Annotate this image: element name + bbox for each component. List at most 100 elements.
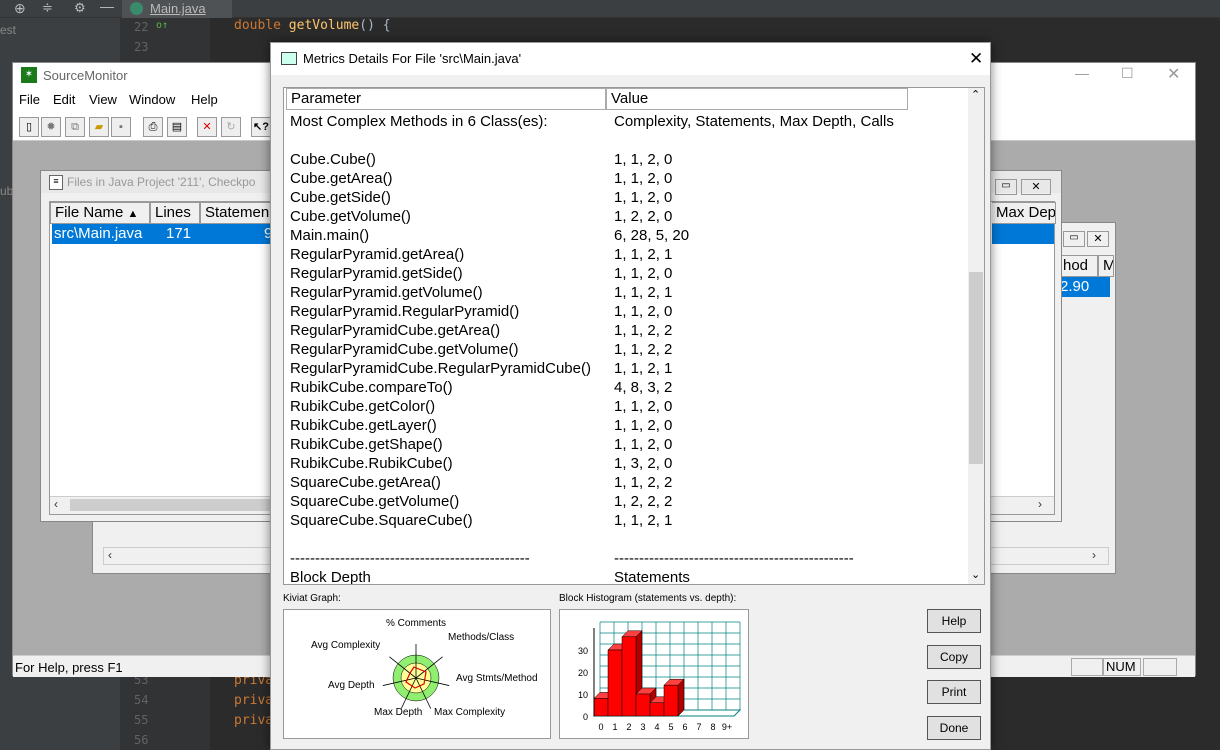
bar-side (677, 678, 685, 717)
gear-icon[interactable]: ✹ (41, 117, 61, 137)
table-row[interactable]: src\Main.java 171 9 (52, 224, 272, 244)
vertical-scrollbar[interactable]: ⌃ ⌄ (968, 88, 984, 584)
metric-parameter: SquareCube.SquareCube() (290, 512, 473, 529)
menu-help[interactable]: Help (191, 92, 218, 107)
copy-button[interactable]: Copy (927, 645, 981, 669)
menu-edit[interactable]: Edit (53, 92, 75, 107)
scroll-down-icon[interactable]: ⌄ (971, 568, 980, 581)
lines-cell: 171 (166, 225, 192, 242)
minimize-icon[interactable]: — (1075, 65, 1089, 81)
menu-window[interactable]: Window (129, 92, 175, 107)
scroll-right-icon[interactable]: › (1092, 548, 1096, 562)
metric-parameter: Most Complex Methods in 6 Class(es): (290, 113, 548, 130)
preview-icon[interactable]: ▤ (167, 117, 187, 137)
close-icon[interactable]: ✕ (1021, 179, 1051, 195)
column-header-statements[interactable]: Statemen (200, 202, 272, 224)
metric-parameter: ----------------------------------------… (290, 550, 530, 567)
scroll-left-icon[interactable]: ‹ (108, 548, 112, 562)
x-tick-label: 9+ (722, 722, 732, 732)
column-header[interactable]: hod (1058, 255, 1098, 277)
column-header-file-name[interactable]: File Name ▲ (50, 202, 150, 224)
x-tick-label: 1 (612, 722, 617, 732)
selected-cell[interactable] (992, 224, 1054, 244)
close-icon[interactable]: ✕ (1087, 231, 1109, 247)
metric-parameter: RegularPyramidCube.getArea() (290, 322, 501, 339)
gear-icon[interactable]: ⚙ (74, 0, 86, 16)
collapse-icon[interactable]: ≑ (42, 0, 53, 16)
tab-label: Main.java (150, 1, 206, 16)
new-icon[interactable]: ▯ (19, 117, 39, 137)
kiviat-axis-label: Avg Complexity (311, 640, 381, 651)
copy-icon[interactable]: ⧉ (65, 117, 85, 137)
open-folder-icon[interactable]: ▰ (89, 117, 109, 137)
maximize-icon[interactable]: ☐ (1121, 65, 1134, 82)
help-button[interactable]: Help (927, 609, 981, 633)
num-lock-indicator: NUM (1103, 658, 1141, 676)
metric-parameter: RegularPyramidCube.RegularPyramidCube() (290, 360, 591, 377)
scroll-left-icon[interactable]: ‹ (54, 497, 58, 511)
close-icon[interactable]: ✕ (969, 43, 983, 75)
metric-parameter: RegularPyramid.getVolume() (290, 284, 483, 301)
histogram-bar (649, 702, 665, 717)
dialog-title-bar: Metrics Details For File 'src\Main.java'… (271, 43, 990, 75)
x-tick-label: 4 (654, 722, 659, 732)
histogram-bar (607, 649, 623, 717)
histogram-bar (635, 693, 651, 717)
save-icon[interactable]: ▪ (111, 117, 131, 137)
selected-cell[interactable]: 2.90 (1058, 277, 1110, 297)
override-icon[interactable]: o↑ (156, 20, 168, 31)
menu-file[interactable]: File (19, 92, 40, 107)
delete-icon[interactable]: ✕ (197, 117, 217, 137)
block-histogram: 0 10 20 30 0 1 2 3 4 5 6 7 8 9+ (559, 609, 749, 739)
help-pointer-icon[interactable]: ↖? (251, 117, 271, 137)
metric-value: 1, 2, 2, 0 (614, 208, 673, 225)
line-number: 23 (134, 40, 149, 54)
restore-icon[interactable]: ▭ (1063, 231, 1085, 247)
menu-view[interactable]: View (89, 92, 117, 107)
editor-tab[interactable]: Main.java (122, 0, 232, 18)
metric-value: Complexity, Statements, Max Depth, Calls (614, 113, 894, 130)
restore-icon[interactable]: ▭ (995, 179, 1017, 195)
refresh-icon[interactable]: ↻ (221, 117, 241, 137)
y-tick-label: 30 (578, 646, 588, 656)
x-tick-label: 8 (710, 722, 715, 732)
print-icon[interactable]: ⎙ (143, 117, 163, 137)
column-header-value[interactable]: Value (606, 88, 908, 110)
scroll-right-icon[interactable]: › (1038, 497, 1042, 511)
x-tick-label: 2 (626, 722, 631, 732)
column-header-lines[interactable]: Lines (150, 202, 200, 224)
metric-value: ----------------------------------------… (614, 550, 854, 567)
print-button[interactable]: Print (927, 680, 981, 704)
kiviat-graph: % Comments Methods/Class Avg Stmts/Metho… (283, 609, 551, 739)
minimize-icon[interactable]: — (100, 0, 114, 14)
line-number: 54 (134, 693, 149, 707)
code-line: priva (234, 693, 274, 708)
histogram-label: Block Histogram (statements vs. depth): (559, 593, 737, 604)
done-button[interactable]: Done (927, 716, 981, 740)
metric-parameter: RegularPyramid.getSide() (290, 265, 463, 282)
status-pane (1071, 658, 1103, 676)
line-number: 56 (134, 733, 149, 747)
sort-ascending-icon: ▲ (127, 208, 139, 220)
scroll-up-icon[interactable]: ⌃ (971, 88, 980, 101)
metric-value: 1, 1, 2, 1 (614, 284, 673, 301)
metric-parameter: Block Depth (290, 569, 371, 585)
column-header[interactable]: M (1098, 255, 1114, 277)
y-tick-label: 0 (583, 712, 588, 722)
metric-value: 1, 1, 2, 0 (614, 436, 673, 453)
kiviat-axis-label: Avg Depth (328, 680, 375, 691)
scroll-thumb[interactable] (70, 499, 270, 511)
metric-value: 1, 1, 2, 2 (614, 322, 673, 339)
dialog-title: Metrics Details For File 'src\Main.java' (303, 51, 522, 66)
metric-parameter: RubikCube.RubikCube() (290, 455, 453, 472)
histogram-bar (593, 698, 609, 717)
column-header-max-depth[interactable]: Max Dep (992, 202, 1056, 224)
scroll-thumb[interactable] (969, 272, 983, 464)
target-icon[interactable]: ⊕ (14, 0, 26, 17)
metric-value: 1, 1, 2, 0 (614, 265, 673, 282)
metric-value: 1, 1, 2, 0 (614, 189, 673, 206)
metric-parameter: Cube.Cube() (290, 151, 376, 168)
file-name-cell: src\Main.java (54, 225, 143, 242)
close-icon[interactable]: ✕ (1167, 64, 1180, 84)
column-header-parameter[interactable]: Parameter (286, 88, 606, 110)
